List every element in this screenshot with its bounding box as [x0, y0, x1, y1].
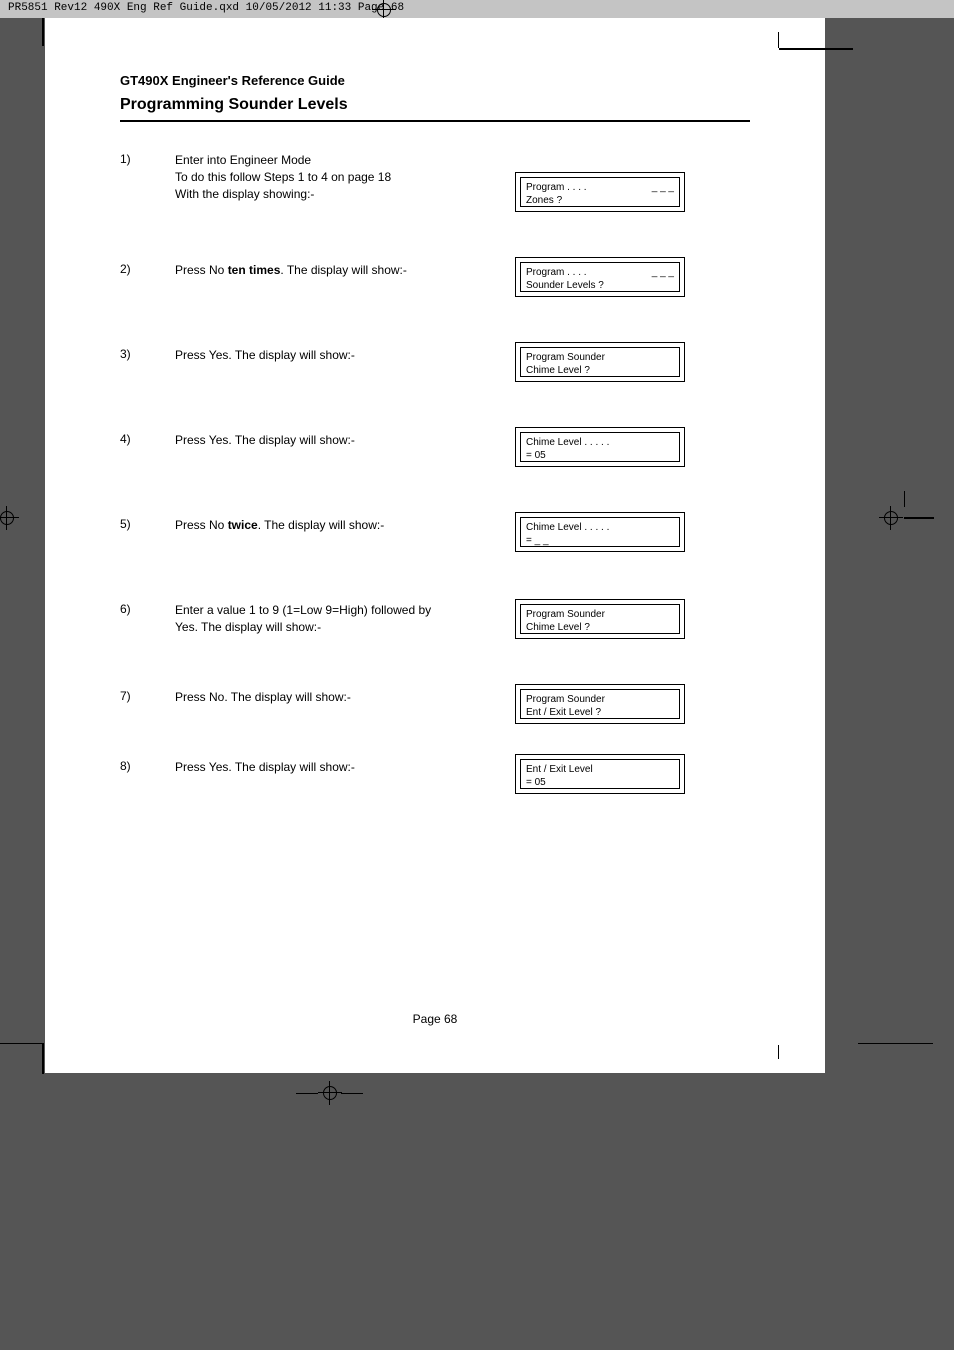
- lcd-display: Program . . . . _ _ _ Sounder Levels ?: [515, 257, 685, 297]
- crop-mark: [858, 1043, 933, 1045]
- step-number: 7): [120, 689, 175, 703]
- step-text: Press Yes. The display will show:-: [175, 759, 485, 776]
- step-text-line: Enter a value 1 to 9 (1=Low 9=High) foll…: [175, 603, 431, 617]
- page-footer: Page 68: [45, 1012, 825, 1026]
- lcd-display: Chime Level . . . . . = _ _: [515, 512, 685, 552]
- lcd-inner: Program . . . . _ _ _ Sounder Levels ?: [520, 262, 680, 292]
- crop-mark: [42, 18, 44, 46]
- lcd-line1: Program Sounder: [526, 608, 674, 621]
- lcd-line1: Chime Level . . . . .: [526, 521, 674, 534]
- lcd-display: Ent / Exit Level = 05: [515, 754, 685, 794]
- lcd-line2: Chime Level ?: [526, 621, 674, 634]
- lcd-display: Program Sounder Chime Level ?: [515, 599, 685, 639]
- lcd-line1-left: Program . . . .: [526, 266, 587, 279]
- step-row: 1) Enter into Engineer Mode To do this f…: [120, 152, 750, 212]
- register-mark-icon: [0, 506, 19, 530]
- text-prefix: Press No: [175, 263, 228, 277]
- step-text: Enter into Engineer Mode To do this foll…: [175, 152, 485, 202]
- crop-mark: [0, 1043, 44, 1045]
- step-number: 3): [120, 347, 175, 361]
- step-row: 5) Press No twice. The display will show…: [120, 517, 750, 552]
- step-number: 1): [120, 152, 175, 166]
- register-mark-icon: [318, 1081, 342, 1105]
- lcd-display: Program Sounder Ent / Exit Level ?: [515, 684, 685, 724]
- lcd-display: Chime Level . . . . . = 05: [515, 427, 685, 467]
- step-text: Enter a value 1 to 9 (1=Low 9=High) foll…: [175, 602, 485, 636]
- text-prefix: Press No: [175, 518, 228, 532]
- step-row: 7) Press No. The display will show:- Pro…: [120, 689, 750, 724]
- step-row: 3) Press Yes. The display will show:- Pr…: [120, 347, 750, 382]
- step-number: 8): [120, 759, 175, 773]
- lcd-inner: Chime Level . . . . . = 05: [520, 432, 680, 462]
- lcd-line2: = _ _: [526, 534, 674, 547]
- step-text: Press Yes. The display will show:-: [175, 432, 485, 449]
- step-text-line: Enter into Engineer Mode: [175, 153, 311, 167]
- header-text: PR5851 Rev12 490X Eng Ref Guide.qxd 10/0…: [8, 2, 404, 14]
- pdf-header-bar: PR5851 Rev12 490X Eng Ref Guide.qxd 10/0…: [0, 0, 954, 18]
- step-text-line: To do this follow Steps 1 to 4 on page 1…: [175, 170, 391, 184]
- crop-mark: [904, 491, 906, 507]
- crop-mark: [341, 1093, 363, 1095]
- lcd-line2: Ent / Exit Level ?: [526, 706, 674, 719]
- section-title: Programming Sounder Levels: [120, 96, 750, 122]
- lcd-inner: Program . . . . _ _ _ Zones ?: [520, 177, 680, 207]
- text-suffix: . The display will show:-: [280, 263, 407, 277]
- lcd-line1-right: _ _ _: [652, 266, 674, 279]
- lcd-line2: Chime Level ?: [526, 364, 674, 377]
- lcd-inner: Program Sounder Ent / Exit Level ?: [520, 689, 680, 719]
- lcd-line2: Zones ?: [526, 194, 674, 207]
- step-text-line: Yes. The display will show:-: [175, 620, 321, 634]
- lcd-inner: Ent / Exit Level = 05: [520, 759, 680, 789]
- crop-mark: [779, 48, 853, 50]
- lcd-line1-right: _ _ _: [652, 181, 674, 194]
- step-number: 5): [120, 517, 175, 531]
- crop-mark: [778, 32, 780, 48]
- step-text-line: With the display showing:-: [175, 187, 314, 201]
- text-bold: twice: [228, 518, 258, 532]
- lcd-line2: Sounder Levels ?: [526, 279, 674, 292]
- lcd-line1: Program Sounder: [526, 351, 674, 364]
- lcd-line1-left: Program . . . .: [526, 181, 587, 194]
- lcd-inner: Program Sounder Chime Level ?: [520, 604, 680, 634]
- text-suffix: . The display will show:-: [258, 518, 385, 532]
- lcd-line2: = 05: [526, 449, 674, 462]
- lcd-line2: = 05: [526, 776, 674, 789]
- lcd-display: Program Sounder Chime Level ?: [515, 342, 685, 382]
- crop-mark: [904, 517, 934, 519]
- step-row: 2) Press No ten times. The display will …: [120, 262, 750, 297]
- lcd-line1: Chime Level . . . . .: [526, 436, 674, 449]
- step-text: Press No. The display will show:-: [175, 689, 485, 706]
- step-number: 2): [120, 262, 175, 276]
- crop-mark: [296, 1093, 318, 1095]
- step-number: 6): [120, 602, 175, 616]
- step-text: Press No twice. The display will show:-: [175, 517, 485, 534]
- step-number: 4): [120, 432, 175, 446]
- lcd-display: Program . . . . _ _ _ Zones ?: [515, 172, 685, 212]
- text-bold: ten times: [228, 263, 281, 277]
- lcd-inner: Program Sounder Chime Level ?: [520, 347, 680, 377]
- step-row: 4) Press Yes. The display will show:- Ch…: [120, 432, 750, 467]
- lcd-inner: Chime Level . . . . . = _ _: [520, 517, 680, 547]
- lcd-line1: Program Sounder: [526, 693, 674, 706]
- document-page: GT490X Engineer's Reference Guide Progra…: [45, 18, 825, 1073]
- step-row: 6) Enter a value 1 to 9 (1=Low 9=High) f…: [120, 602, 750, 639]
- crop-mark: [42, 1044, 44, 1074]
- guide-title: GT490X Engineer's Reference Guide: [120, 73, 750, 88]
- register-mark-icon: [879, 506, 903, 530]
- step-row: 8) Press Yes. The display will show:- En…: [120, 759, 750, 794]
- step-text: Press Yes. The display will show:-: [175, 347, 485, 364]
- crop-mark: [778, 1045, 780, 1059]
- lcd-line1: Ent / Exit Level: [526, 763, 674, 776]
- step-text: Press No ten times. The display will sho…: [175, 262, 485, 279]
